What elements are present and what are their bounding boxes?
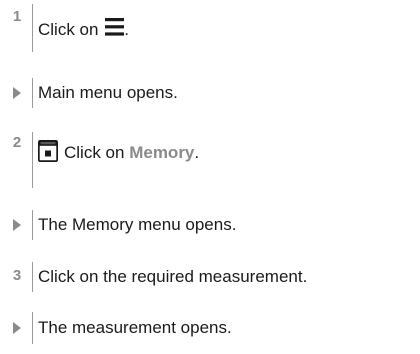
result-marker [13,87,21,99]
result-3: The measurement opens. [0,312,420,344]
step-3: 3 Click on the required measurement. [0,262,420,292]
memory-label: Memory [129,143,195,162]
result-2: The Memory menu opens. [0,210,420,240]
divider [32,312,33,344]
divider [32,210,33,240]
divider [32,132,33,188]
result-marker [13,322,21,334]
step-2: 2 Click on Memory. [0,132,420,190]
result-1: Main menu opens. [0,78,420,108]
memory-icon [38,140,58,162]
divider [32,78,33,108]
step-text-after: . [194,143,200,162]
divider [32,4,33,52]
step-text-before: Click on [64,143,125,162]
menu-icon [105,18,125,36]
result-marker [13,219,21,231]
step-number: 3 [12,267,22,284]
step-text-before: Click on [38,20,99,39]
step-1: 1 Click on . [0,0,420,56]
result-text: The Memory menu opens. [38,215,237,234]
result-text: Main menu opens. [38,83,178,102]
step-number: 1 [12,8,22,25]
result-arrow-icon [13,322,21,334]
divider [32,262,33,292]
step-text: Click on the required measurement. [38,267,308,286]
step-text: Click on . [38,18,129,40]
step-text-after: . [124,20,129,39]
result-arrow-icon [13,87,21,99]
result-text: The measurement opens. [38,318,232,337]
step-text: Click on Memory. [38,140,199,163]
step-number: 2 [12,134,22,151]
result-arrow-icon [13,219,21,231]
